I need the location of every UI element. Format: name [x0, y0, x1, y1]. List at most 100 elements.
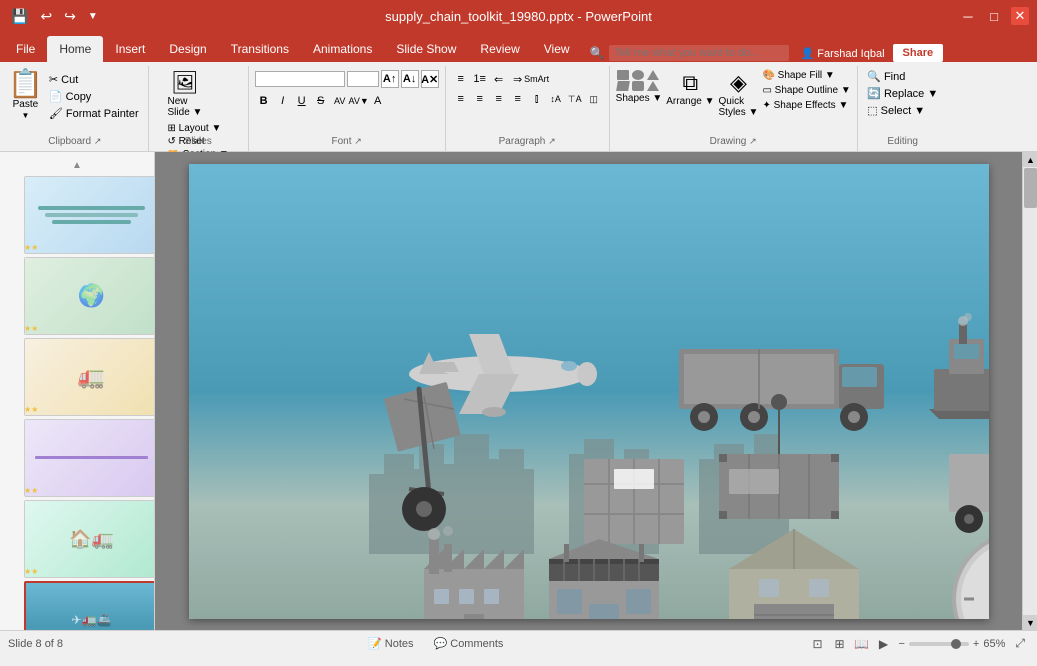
- numbering-button[interactable]: 1≡: [471, 70, 489, 88]
- quick-access-toolbar: 💾 ↩ ↪ ▼: [8, 8, 101, 25]
- paste-button[interactable]: 📋 Paste ▼: [8, 70, 43, 120]
- main-area: ▲ 3 ★★ 4 🌍 ★★: [0, 152, 1037, 630]
- slide-svg: [189, 164, 989, 619]
- font-name-input[interactable]: [255, 71, 345, 87]
- slide-thumb-7[interactable]: 🏠🚛: [24, 500, 155, 578]
- scroll-track: [1023, 167, 1037, 615]
- redo-icon[interactable]: ↪: [61, 8, 79, 25]
- slide-canvas[interactable]: [189, 164, 989, 619]
- slide-count-label: Slide 8 of 8: [8, 638, 63, 650]
- minimize-button[interactable]: ─: [959, 7, 977, 25]
- slide-thumb-5[interactable]: 🚛: [24, 338, 155, 416]
- window-controls: ─ □ ✕: [959, 7, 1029, 25]
- font-color-button[interactable]: A: [369, 92, 387, 110]
- cut-button[interactable]: ✂ Cut: [46, 72, 142, 87]
- smallcaps-button[interactable]: AV: [331, 92, 349, 110]
- window-title: supply_chain_toolkit_19980.pptx - PowerP…: [385, 9, 652, 24]
- zoom-slider[interactable]: [909, 642, 969, 646]
- tab-transitions[interactable]: Transitions: [219, 36, 301, 62]
- slideshow-view-button[interactable]: ▶: [874, 635, 892, 653]
- slide-sorter-button[interactable]: ⊞: [830, 635, 848, 653]
- copy-button[interactable]: 📄 Copy: [46, 89, 142, 104]
- tab-insert[interactable]: Insert: [103, 36, 157, 62]
- slide-thumb-wrapper-5: 5 🚛 ★★: [4, 338, 150, 416]
- bullets-button[interactable]: ≡: [452, 70, 470, 88]
- italic-button[interactable]: I: [274, 92, 292, 110]
- align-left-button[interactable]: ≡: [452, 90, 470, 108]
- status-center: 📝 Notes 💬 Comments: [360, 635, 511, 652]
- layout-button[interactable]: ⊞ Layout ▼: [168, 123, 229, 134]
- tab-file[interactable]: File: [4, 36, 47, 62]
- bold-button[interactable]: B: [255, 92, 273, 110]
- tab-slideshow[interactable]: Slide Show: [384, 36, 468, 62]
- slide-thumb-wrapper-7: 7 🏠🚛 ★★: [4, 500, 150, 578]
- shape-fill-button[interactable]: 🎨 Shape Fill ▼: [762, 70, 850, 81]
- quick-styles-button[interactable]: ◈ QuickStyles ▼: [719, 70, 759, 118]
- tab-home[interactable]: Home: [47, 36, 103, 62]
- close-button[interactable]: ✕: [1011, 7, 1029, 25]
- format-painter-button[interactable]: 🖌 Format Painter: [46, 106, 142, 121]
- align-text-button[interactable]: ⊤A: [566, 90, 584, 108]
- columns-button[interactable]: ⫾: [528, 90, 546, 108]
- slide-7-stars: ★★: [24, 567, 38, 576]
- decrease-indent-button[interactable]: ⇐: [490, 70, 508, 88]
- strikethrough-button[interactable]: S: [312, 92, 330, 110]
- text-direction-button[interactable]: ↕A: [547, 90, 565, 108]
- shape-outline-button[interactable]: ▭ Shape Outline ▼: [762, 85, 850, 96]
- clear-format-button[interactable]: A✕: [421, 70, 439, 88]
- scroll-up-button[interactable]: ▲: [1023, 152, 1037, 167]
- scroll-up-btn[interactable]: ▲: [4, 156, 150, 173]
- zoom-out-button[interactable]: −: [898, 638, 904, 650]
- ribbon-group-paragraph: ≡ 1≡ ⇐ ⇒ SmArt ≡ ≡ ≡ ≡ ⫾ ↕A ⊤A ◫ Paragra…: [446, 66, 610, 151]
- shape-effects-button[interactable]: ✦ Shape Effects ▼: [762, 100, 850, 111]
- tab-view[interactable]: View: [532, 36, 582, 62]
- smartart-button[interactable]: SmArt: [528, 70, 546, 88]
- notes-button[interactable]: 📝 Notes: [360, 635, 421, 652]
- slide-panel: ▲ 3 ★★ 4 🌍 ★★: [0, 152, 155, 630]
- replace-button[interactable]: 🔄 Replace ▼: [867, 87, 938, 100]
- fit-to-window-button[interactable]: ⤢: [1011, 634, 1029, 653]
- align-right-button[interactable]: ≡: [490, 90, 508, 108]
- zoom-control: − + 65%: [898, 638, 1005, 650]
- slide-thumb-4[interactable]: 🌍: [24, 257, 155, 335]
- comments-button[interactable]: 💬 Comments: [426, 635, 512, 652]
- find-button[interactable]: 🔍 Find: [867, 70, 905, 83]
- tab-design[interactable]: Design: [157, 36, 218, 62]
- slide-thumb-3[interactable]: [24, 176, 155, 254]
- font-size-input[interactable]: [347, 71, 379, 87]
- decrease-font-button[interactable]: A↓: [401, 70, 419, 88]
- scroll-thumb[interactable]: [1024, 168, 1037, 208]
- paragraph-label: Paragraph ↗: [499, 136, 556, 147]
- increase-font-button[interactable]: A↑: [381, 70, 399, 88]
- slide-thumb-6[interactable]: [24, 419, 155, 497]
- align-center-button[interactable]: ≡: [471, 90, 489, 108]
- arrange-button[interactable]: ⧉ Arrange ▼: [666, 70, 714, 107]
- tab-review[interactable]: Review: [468, 36, 531, 62]
- select-button[interactable]: ⬚ Select ▼: [867, 104, 925, 117]
- maximize-button[interactable]: □: [985, 7, 1003, 25]
- underline-button[interactable]: U: [293, 92, 311, 110]
- convert-to-smartart-button[interactable]: ◫: [585, 90, 603, 108]
- clipboard-label: Clipboard ↗: [48, 136, 101, 147]
- reading-view-button[interactable]: 📖: [852, 635, 870, 653]
- spacing-button[interactable]: AV▼: [350, 92, 368, 110]
- justify-button[interactable]: ≡: [509, 90, 527, 108]
- undo-icon[interactable]: ↩: [37, 8, 55, 25]
- notes-icon: 📝: [368, 637, 382, 650]
- shapes-button[interactable]: Shapes ▼: [616, 70, 663, 104]
- slide-thumb-8[interactable]: ✈🚛🚢: [24, 581, 155, 630]
- slide-3-stars: ★★: [24, 243, 38, 252]
- ribbon-group-drawing: Shapes ▼ ⧉ Arrange ▼ ◈ QuickStyles ▼ 🎨 S…: [610, 66, 858, 151]
- tab-animations[interactable]: Animations: [301, 36, 384, 62]
- share-button[interactable]: Share: [893, 44, 944, 62]
- normal-view-button[interactable]: ⊡: [808, 635, 826, 653]
- scroll-down-button[interactable]: ▼: [1023, 615, 1037, 630]
- slide-thumb-wrapper-6: 6 ★★: [4, 419, 150, 497]
- search-input[interactable]: [609, 45, 789, 61]
- save-icon[interactable]: 💾: [8, 8, 31, 25]
- slide-4-stars: ★★: [24, 324, 38, 333]
- zoom-in-button[interactable]: +: [973, 638, 979, 650]
- new-slide-button[interactable]: 🖼 NewSlide ▼: [168, 70, 203, 118]
- editing-label: Editing: [887, 136, 918, 147]
- customize-qa-icon[interactable]: ▼: [85, 11, 101, 22]
